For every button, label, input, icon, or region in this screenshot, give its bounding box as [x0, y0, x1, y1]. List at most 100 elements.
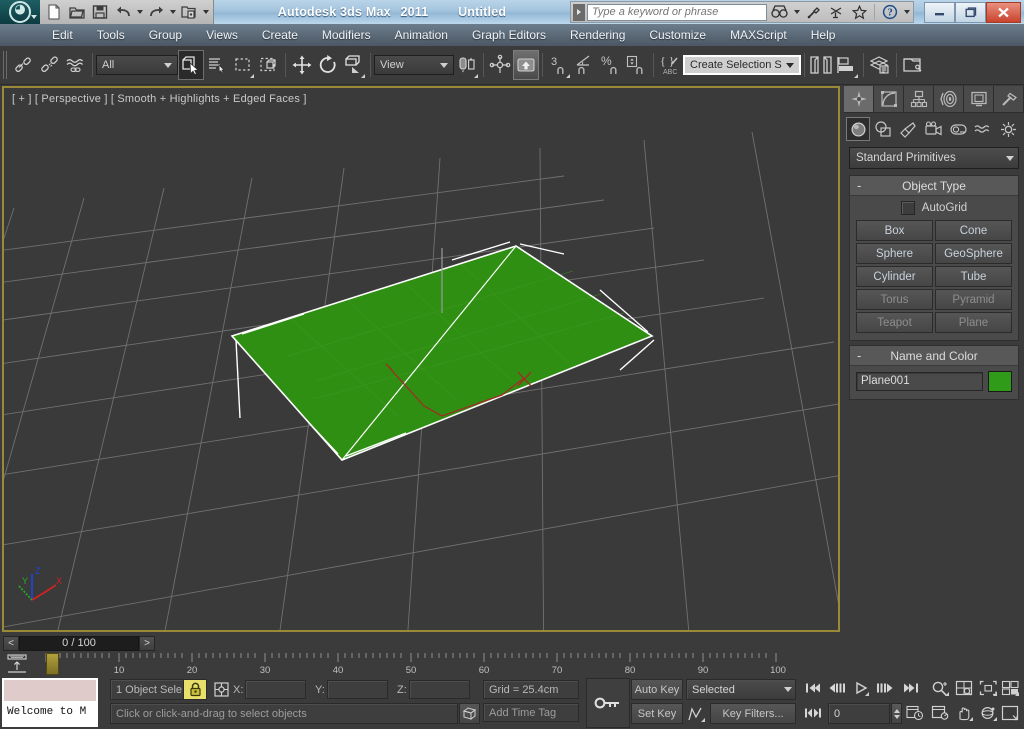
create-cylinder-button[interactable]: Cylinder [856, 266, 933, 287]
maximize-viewport-toggle-button[interactable] [1000, 703, 1021, 723]
orbit-button[interactable] [978, 703, 999, 723]
bind-to-space-warp-button[interactable] [63, 50, 89, 80]
project-folder-button[interactable] [178, 2, 200, 22]
tab-hierarchy[interactable] [904, 86, 934, 112]
selection-filter-dropdown[interactable]: All [96, 55, 178, 75]
tab-utilities[interactable] [994, 86, 1024, 112]
current-frame-marker[interactable] [46, 653, 59, 675]
new-file-button[interactable] [43, 2, 65, 22]
menu-item-customize[interactable]: Customize [637, 26, 718, 44]
close-button[interactable] [986, 1, 1021, 23]
menu-item-edit[interactable]: Edit [40, 26, 85, 44]
zoom-extents-all-button[interactable] [1000, 678, 1021, 698]
select-and-manipulate-button[interactable] [487, 50, 513, 80]
object-type-rollout-header[interactable]: - Object Type [850, 176, 1018, 196]
set-key-toggle-button[interactable] [586, 678, 630, 728]
search-options-dropdown[interactable] [792, 2, 801, 22]
add-time-tag-button[interactable]: Add Time Tag [483, 703, 579, 722]
tab-modify[interactable] [874, 86, 904, 112]
keyboard-shortcut-override-toggle-button[interactable] [513, 50, 539, 80]
current-frame-spinner[interactable] [891, 703, 902, 724]
previous-frame-arrow[interactable]: < [3, 635, 19, 651]
menu-item-tools[interactable]: Tools [85, 26, 137, 44]
autogrid-checkbox[interactable] [900, 201, 915, 215]
category-systems[interactable] [996, 117, 1020, 141]
undo-dropdown[interactable] [135, 2, 144, 22]
time-configuration-button[interactable] [904, 703, 925, 723]
snaps-toggle-button[interactable]: 3 [546, 50, 572, 80]
create-cone-button[interactable]: Cone [935, 220, 1012, 241]
previous-frame-button[interactable] [826, 678, 847, 698]
menu-item-rendering[interactable]: Rendering [558, 26, 637, 44]
tab-create[interactable] [844, 86, 874, 112]
primitive-category-dropdown[interactable]: Standard Primitives [849, 147, 1019, 169]
select-object-button[interactable] [178, 50, 204, 80]
current-frame-input[interactable]: 0 [828, 703, 890, 724]
create-plane-button[interactable]: Plane [935, 312, 1012, 333]
create-teapot-button[interactable]: Teapot [856, 312, 933, 333]
pan-view-button[interactable] [954, 703, 975, 723]
edit-named-selection-sets-button[interactable]: { } ABC [657, 50, 683, 80]
category-shapes[interactable] [871, 117, 895, 141]
maxscript-mini-listener[interactable]: Welcome to M [2, 678, 98, 727]
category-space-warps[interactable] [971, 117, 995, 141]
perspective-viewport[interactable]: [ + ] [ Perspective ] [ Smooth + Highlig… [2, 86, 840, 632]
menu-item-help[interactable]: Help [799, 26, 848, 44]
adaptive-degradation-toggle[interactable] [459, 703, 480, 724]
unlink-selection-button[interactable] [37, 50, 63, 80]
absolute-relative-transform-toggle[interactable] [210, 679, 232, 700]
create-geosphere-button[interactable]: GeoSphere [935, 243, 1012, 264]
z-coordinate-input[interactable] [409, 680, 470, 699]
save-file-button[interactable] [89, 2, 111, 22]
select-and-move-button[interactable] [289, 50, 315, 80]
x-coordinate-input[interactable] [245, 680, 306, 699]
field-of-view-button[interactable] [930, 703, 951, 723]
create-tube-button[interactable]: Tube [935, 266, 1012, 287]
zoom-all-button[interactable] [954, 678, 975, 698]
curve-editor-button[interactable] [900, 50, 926, 80]
auto-key-button[interactable]: Auto Key [631, 679, 683, 700]
search-scope-dropdown[interactable] [573, 3, 585, 21]
subscription-center-button[interactable] [803, 2, 824, 22]
key-mode-toggle-button[interactable] [802, 703, 823, 723]
tab-motion[interactable] [934, 86, 964, 112]
key-mode-selection-dropdown[interactable]: Selected [686, 679, 796, 700]
menu-item-animation[interactable]: Animation [383, 26, 460, 44]
menu-item-maxscript[interactable]: MAXScript [718, 26, 799, 44]
search-button[interactable] [769, 2, 790, 22]
category-lights[interactable] [896, 117, 920, 141]
select-by-name-button[interactable] [204, 50, 230, 80]
create-pyramid-button[interactable]: Pyramid [935, 289, 1012, 310]
create-sphere-button[interactable]: Sphere [856, 243, 933, 264]
goto-end-button[interactable] [900, 678, 921, 698]
redo-dropdown[interactable] [168, 2, 177, 22]
layer-manager-button[interactable] [867, 50, 893, 80]
next-frame-arrow[interactable]: > [139, 635, 155, 651]
help-button[interactable]: ? [879, 2, 900, 22]
toolbar-grip[interactable] [3, 51, 9, 79]
menu-item-modifiers[interactable]: Modifiers [310, 26, 383, 44]
search-input[interactable] [587, 3, 767, 21]
spinner-snap-toggle-button[interactable] [624, 50, 650, 80]
mini-listener-input[interactable] [4, 680, 96, 703]
default-in-out-tangent-button[interactable] [683, 703, 707, 724]
category-helpers[interactable] [946, 117, 970, 141]
open-file-button[interactable] [66, 2, 88, 22]
coordinate-system-dropdown[interactable]: View [374, 55, 454, 75]
viewport-label[interactable]: [ + ] [ Perspective ] [ Smooth + Highlig… [12, 93, 307, 105]
zoom-extents-button[interactable] [978, 678, 999, 698]
next-frame-button[interactable] [874, 678, 895, 698]
create-torus-button[interactable]: Torus [856, 289, 933, 310]
category-geometry[interactable] [846, 117, 870, 141]
restore-button[interactable] [955, 1, 986, 23]
favorites-button[interactable] [849, 2, 870, 22]
create-box-button[interactable]: Box [856, 220, 933, 241]
object-color-swatch[interactable] [988, 371, 1012, 392]
goto-start-button[interactable] [802, 678, 823, 698]
select-and-link-button[interactable] [11, 50, 37, 80]
y-coordinate-input[interactable] [327, 680, 388, 699]
lock-selection-button[interactable] [183, 679, 207, 700]
menu-item-graph-editors[interactable]: Graph Editors [460, 26, 558, 44]
use-center-flyout-button[interactable] [454, 50, 480, 80]
key-filters-button[interactable]: Key Filters... [710, 703, 796, 724]
